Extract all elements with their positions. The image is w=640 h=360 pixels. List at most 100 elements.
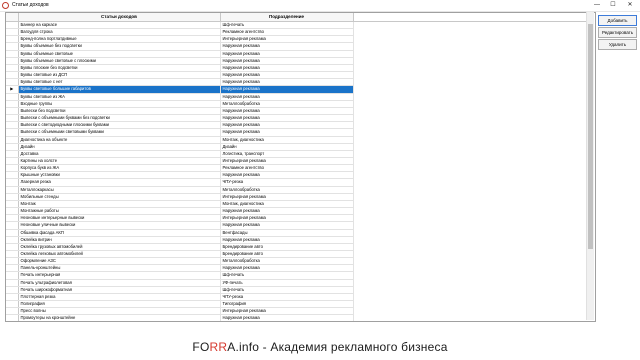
- table-row[interactable]: Вывески с объемными световыми буквами Нар…: [6, 128, 593, 137]
- income-item-cell[interactable]: Печать ультрафиолетовая: [18, 279, 221, 287]
- column-header-income-item[interactable]: Статьи доходов: [18, 13, 221, 22]
- income-item-cell[interactable]: Доставка: [18, 150, 221, 158]
- department-cell[interactable]: Брендирование авто: [220, 243, 354, 252]
- income-item-cell[interactable]: Буквы световые из ЖА: [18, 93, 221, 101]
- row-header[interactable]: [6, 229, 19, 237]
- department-cell[interactable]: Наружная реклама: [220, 71, 354, 80]
- row-header[interactable]: ▶: [6, 85, 19, 94]
- department-cell[interactable]: Наружная реклама: [220, 128, 354, 137]
- table-row[interactable]: Буквы объемные световые с плоскими Наружн…: [6, 57, 593, 65]
- income-item-cell[interactable]: Входные группы: [18, 100, 221, 108]
- department-cell[interactable]: Шф-печать: [220, 271, 354, 280]
- row-header[interactable]: [6, 93, 19, 101]
- edit-button[interactable]: Редактировать: [598, 27, 637, 38]
- income-item-cell[interactable]: Плоттерная резка: [18, 293, 221, 302]
- row-header[interactable]: [6, 50, 19, 58]
- row-header[interactable]: [6, 71, 19, 80]
- department-cell[interactable]: Металлообработка: [220, 257, 354, 266]
- income-item-cell[interactable]: Баннер на каркасе: [18, 21, 221, 30]
- row-header[interactable]: [6, 314, 19, 321]
- department-cell[interactable]: Интерьерная реклама: [220, 214, 354, 223]
- scrollbar-thumb[interactable]: [588, 24, 593, 249]
- row-header[interactable]: [6, 164, 19, 173]
- row-header[interactable]: [6, 35, 19, 44]
- table-row[interactable]: Оформление АЗС Металлообработка: [6, 257, 593, 266]
- table-row[interactable]: Печать ультрафиолетовая УФ-печать: [6, 279, 593, 287]
- department-cell[interactable]: Интерьерная реклама: [220, 35, 354, 44]
- table-row[interactable]: Промоутеры на кронштейне Наружная реклама: [6, 314, 593, 321]
- table-row[interactable]: Печать интерьерная Шф-печать: [6, 271, 593, 280]
- table-row[interactable]: Монтаж Монтаж, диагностика: [6, 200, 593, 209]
- income-item-cell[interactable]: Оклейка витрин: [18, 236, 221, 244]
- department-cell[interactable]: Наружная реклама: [220, 107, 354, 116]
- table-row[interactable]: Панель-кронштейны Наружная реклама: [6, 264, 593, 273]
- table-row[interactable]: Буквы объемные без подсветки Наружная рек…: [6, 42, 593, 51]
- table-row[interactable]: Вывески с объемными буквами без подсветк…: [6, 114, 593, 123]
- department-cell[interactable]: Шф-печать: [220, 286, 354, 294]
- table-row[interactable]: Баннер на каркасе Шф-печать: [6, 21, 593, 30]
- department-cell[interactable]: ЧПУ-резка: [220, 293, 354, 302]
- row-header[interactable]: [6, 28, 19, 37]
- table-row[interactable]: Буквы световые из ЖА Наружная реклама: [6, 93, 593, 101]
- row-header[interactable]: [6, 221, 19, 230]
- department-cell[interactable]: Монтаж, диагностика: [220, 200, 354, 209]
- table-row[interactable]: Бренд-полна портлатдивные Интерьерная рек…: [6, 35, 593, 44]
- row-header[interactable]: [6, 178, 19, 187]
- table-row[interactable]: Буквы световые из ДСП Наружная реклама: [6, 71, 593, 80]
- table-row[interactable]: Оклейка грузовых автомобилей Брендировани…: [6, 243, 593, 252]
- row-header[interactable]: [6, 157, 19, 166]
- department-cell[interactable]: Логистика, транспорт: [220, 150, 354, 158]
- table-row[interactable]: Оклейка легковых автомобилей Брендировани…: [6, 250, 593, 259]
- department-cell[interactable]: Наружная реклама: [220, 85, 354, 94]
- income-item-cell[interactable]: Печать широкоформатная: [18, 286, 221, 294]
- row-header[interactable]: [6, 143, 19, 151]
- income-item-cell[interactable]: Буквы световые из ДСП: [18, 71, 221, 80]
- department-cell[interactable]: Наружная реклама: [220, 314, 354, 321]
- row-header[interactable]: [6, 236, 19, 244]
- income-item-cell[interactable]: Крышные установки: [18, 171, 221, 180]
- table-row[interactable]: Лазерная резка ЧПУ-резка: [6, 178, 593, 187]
- table-row[interactable]: Буквы плоские без подсветки Наружная рекл…: [6, 64, 593, 73]
- delete-button[interactable]: Удалить: [598, 39, 637, 50]
- table-row[interactable]: Входные группы Металлообработка: [6, 100, 593, 108]
- table-row[interactable]: Буквы световые с нет Наружная реклама: [6, 78, 593, 87]
- row-header[interactable]: [6, 193, 19, 201]
- income-item-cell[interactable]: Дизайн: [18, 143, 221, 151]
- department-cell[interactable]: Интерьерная реклама: [220, 307, 354, 316]
- income-item-cell[interactable]: Оклейка легковых автомобилей: [18, 250, 221, 259]
- income-item-cell[interactable]: Диагностика на объекте: [18, 136, 221, 144]
- income-item-cell[interactable]: Неоновые уличные вывески: [18, 221, 221, 230]
- table-row[interactable]: Плоттерная резка ЧПУ-резка: [6, 293, 593, 302]
- department-cell[interactable]: Наружная реклама: [220, 121, 354, 130]
- income-item-cell[interactable]: Панель-кронштейны: [18, 264, 221, 273]
- add-button[interactable]: Добавить: [598, 15, 637, 26]
- table-row[interactable]: Обшивка фасада АКП Вентфасады: [6, 229, 593, 237]
- income-item-cell[interactable]: Вывески без подсветки: [18, 107, 221, 116]
- department-cell[interactable]: Типография: [220, 300, 354, 309]
- department-cell[interactable]: Дизайн: [220, 143, 354, 151]
- row-header[interactable]: [6, 264, 19, 273]
- income-item-cell[interactable]: Вагоудля строка: [18, 28, 221, 37]
- table-row[interactable]: Корпуса букв из ЖА Рекламное агентство: [6, 164, 593, 173]
- row-header[interactable]: [6, 150, 19, 158]
- row-header[interactable]: [6, 300, 19, 309]
- vertical-scrollbar[interactable]: [586, 12, 594, 320]
- department-cell[interactable]: ЧПУ-резка: [220, 178, 354, 187]
- row-header[interactable]: [6, 100, 19, 108]
- row-header[interactable]: [6, 42, 19, 51]
- row-header[interactable]: [6, 200, 19, 209]
- table-row[interactable]: Дизайн Дизайн: [6, 143, 593, 151]
- row-header[interactable]: [6, 114, 19, 123]
- department-cell[interactable]: УФ-печать: [220, 279, 354, 287]
- income-item-cell[interactable]: Буквы световые большие габаритов: [18, 85, 221, 94]
- table-row[interactable]: Пресс волны Интерьерная реклама: [6, 307, 593, 316]
- row-header[interactable]: [6, 64, 19, 73]
- income-item-cell[interactable]: Монтаж: [18, 200, 221, 209]
- income-item-cell[interactable]: Корпуса букв из ЖА: [18, 164, 221, 173]
- department-cell[interactable]: Наружная реклама: [220, 42, 354, 51]
- row-header[interactable]: [6, 57, 19, 65]
- maximize-icon[interactable]: ☐: [608, 1, 618, 9]
- table-row[interactable]: Неоновые интерьерные вывески Интерьерная …: [6, 214, 593, 223]
- department-cell[interactable]: Брендирование авто: [220, 250, 354, 259]
- department-cell[interactable]: Наружная реклама: [220, 236, 354, 244]
